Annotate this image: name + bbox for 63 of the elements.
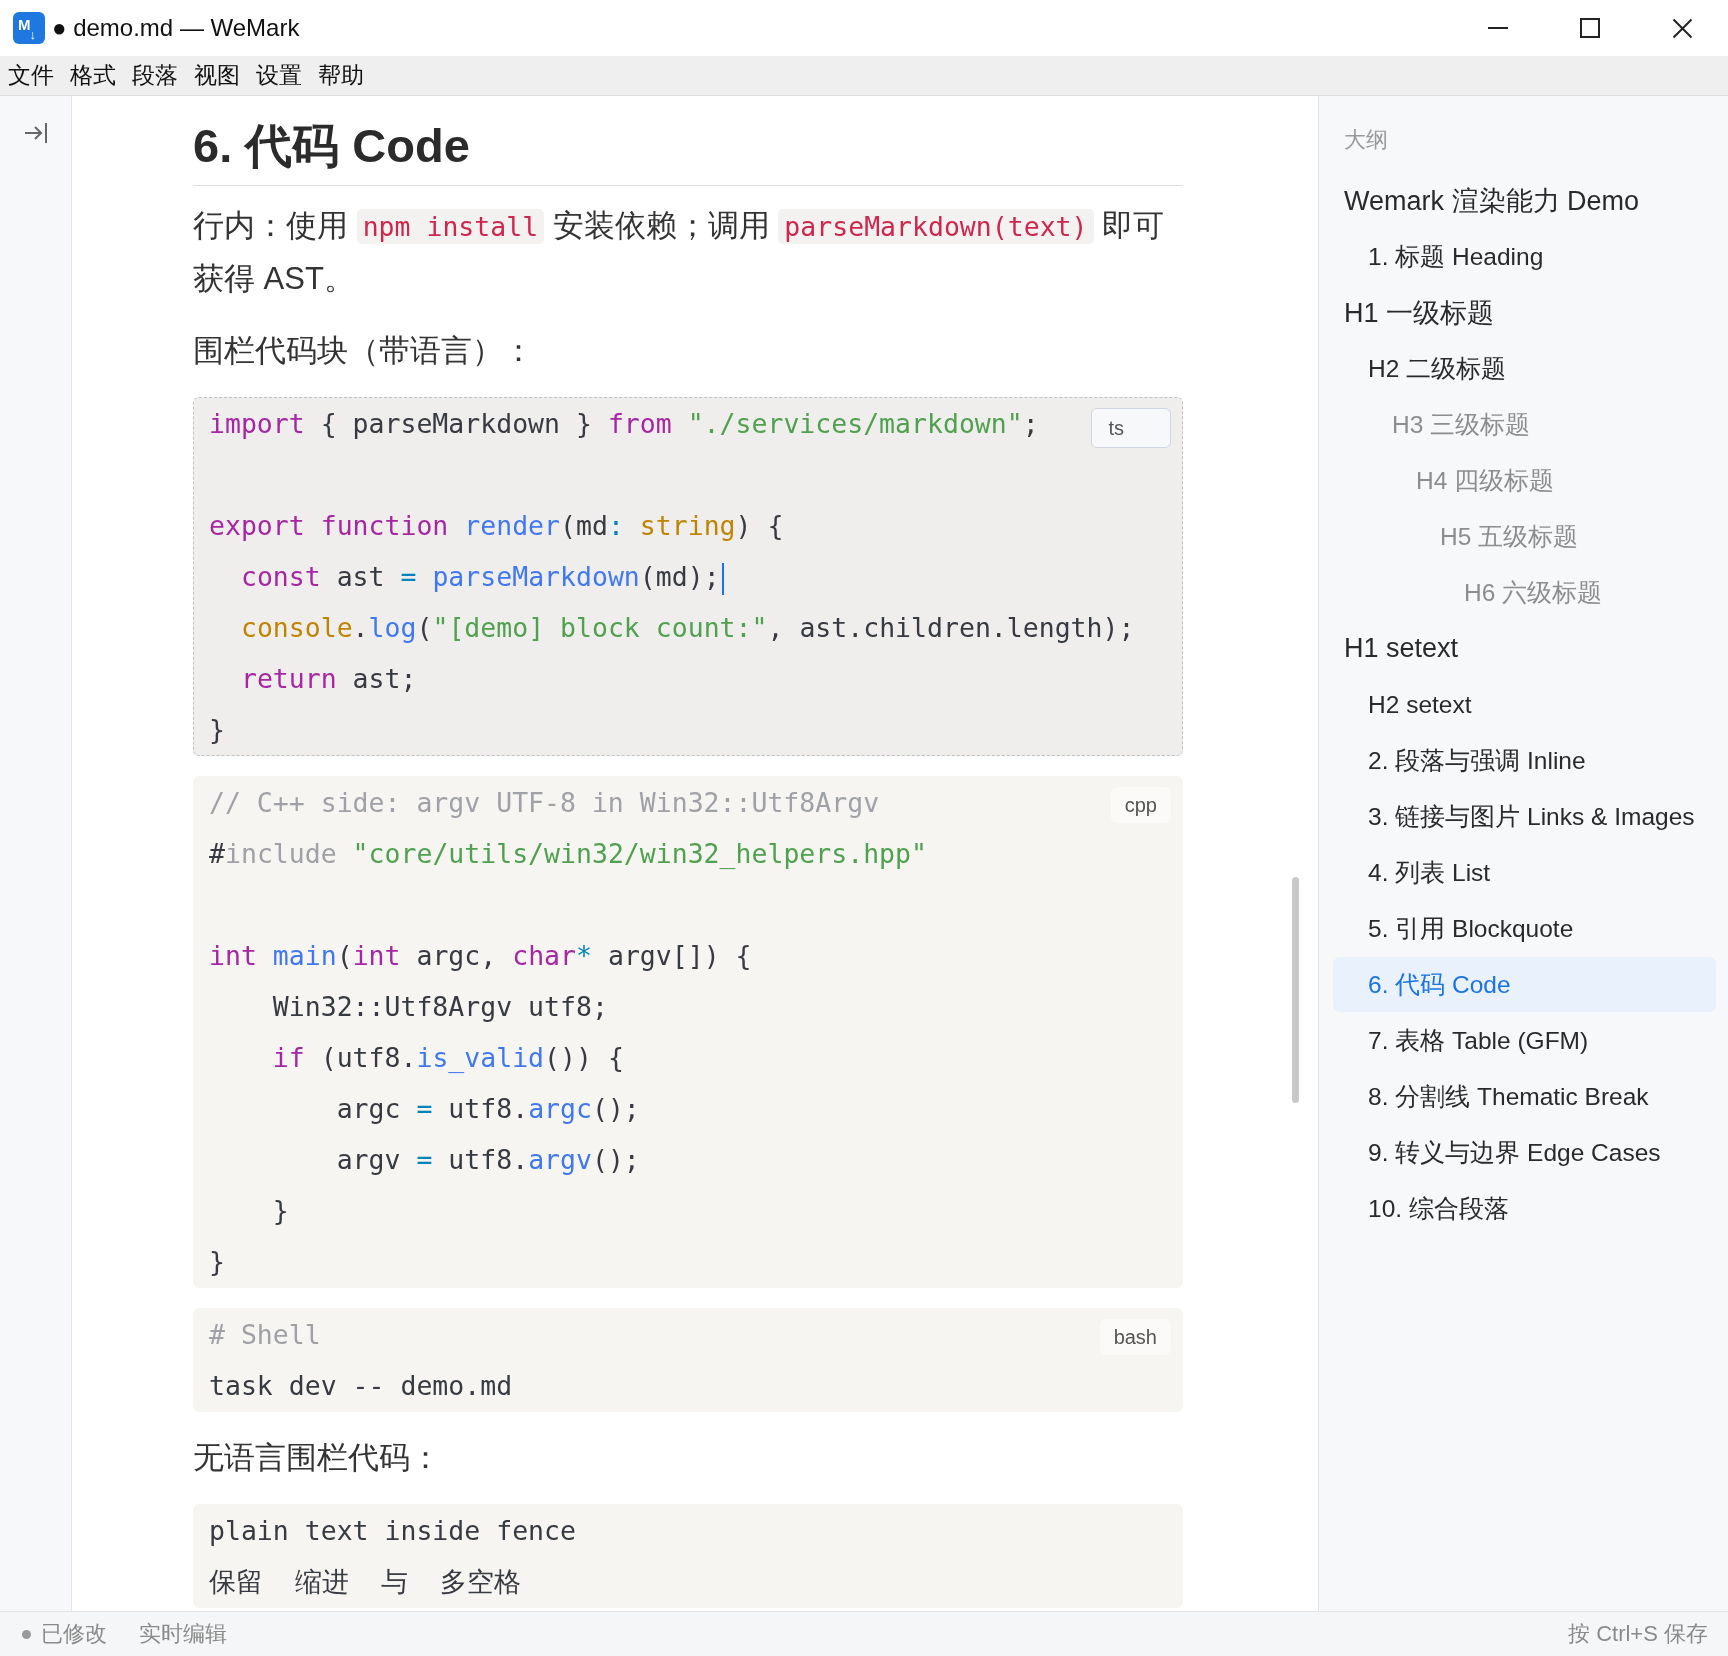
code-line: if (utf8.is_valid()) { [272,1042,624,1073]
code-line: plain text inside fence [209,1515,576,1546]
code-line: argv = utf8.argv(); [336,1144,640,1175]
section-heading: 6. 代码 Code [193,116,1183,186]
outline-item[interactable]: H2 二级标题 [1333,341,1716,396]
modified-status: 已修改 [41,1620,107,1648]
code-block[interactable]: plain text inside fence 保留 缩进 与 多空格 [193,1504,1183,1608]
window-title: ● demo.md — WeMark [52,14,300,42]
outline-item[interactable]: 8. 分割线 Thematic Break [1333,1069,1716,1124]
menu-item[interactable]: 视图 [186,56,248,95]
code-line: return ast; [240,663,417,694]
language-label[interactable]: bash [1099,1319,1171,1355]
code-line: 保留 缩进 与 多空格 [209,1566,521,1597]
text-cursor [721,562,724,595]
code-line: task dev -- demo.md [209,1370,513,1401]
outline-item[interactable]: H1 一级标题 [1333,285,1716,340]
code-line: export function render(md: string) { [209,510,784,541]
close-icon [1671,17,1693,39]
outline-item[interactable]: H1 setext [1333,621,1716,676]
code-line: import { parseMarkdown } from "./services/markdown"; [209,408,1039,439]
menu-item[interactable]: 帮助 [310,56,372,95]
menu-item[interactable]: 段落 [124,56,186,95]
scrollbar-thumb[interactable] [1292,877,1299,1103]
code-line: } [209,1246,225,1277]
save-hint: 按 Ctrl+S 保存 [1568,1620,1708,1648]
code-line: Win32::Utf8Argv utf8; [272,991,608,1022]
paragraph: 无语言围栏代码： [193,1439,442,1477]
outline-item[interactable]: 3. 链接与图片 Links & Images [1333,789,1716,844]
outline-item[interactable]: 7. 表格 Table (GFM) [1333,1013,1716,1068]
outline-item[interactable]: H2 setext [1333,677,1716,732]
paragraph: 围栏代码块（带语言）： [193,332,535,370]
status-dot-icon [22,1629,31,1639]
code-line: } [272,1195,289,1226]
maximize-icon [1580,18,1600,38]
edit-mode-label: 实时编辑 [139,1620,227,1648]
outline-item[interactable]: 1. 标题 Heading [1333,229,1716,284]
code-line: } [209,714,225,745]
code-line: const ast = parseMarkdown(md); [240,561,720,592]
outline-item[interactable]: 5. 引用 Blockquote [1333,901,1716,956]
code-line: // C++ side: argv UTF-8 in Win32::Utf8Argv [209,787,880,818]
arrow-to-bar-icon[interactable] [23,122,48,144]
outline-item[interactable]: Wemark 渲染能力 Demo [1333,173,1716,228]
code-block[interactable]: import { parseMarkdown } from "./services/markdown"; export function render(md: string) { const ast = parseMarkdown(md); console.log("[demo] block count:", ast.children.length); return ast; } ts [193,397,1183,756]
minimize-icon [1488,27,1508,29]
code-block[interactable]: # Shell task dev -- demo.md bash [193,1308,1183,1412]
outline-title: 大纲 [1343,126,1389,154]
outline-item[interactable]: 6. 代码 Code [1333,957,1716,1012]
code-line: # Shell [209,1319,321,1350]
outline-item[interactable]: 4. 列表 List [1333,845,1716,900]
menu-item[interactable]: 设置 [248,56,310,95]
outline-item[interactable]: 10. 综合段落 [1333,1181,1716,1236]
language-label[interactable]: cpp [1110,787,1171,823]
code-line: argc = utf8.argc(); [336,1093,640,1124]
menu-item[interactable]: 格式 [62,56,124,95]
paragraph: 行内：使用 npm install 安装依赖；调用 parseMarkdown(text) 即可获得 AST。 [193,207,1166,298]
app-logo: M$_{↓}$ [13,12,45,44]
code-line: #include "core/utils/win32/win32_helpers.hpp" [209,838,927,869]
outline-item[interactable]: 2. 段落与强调 Inline [1333,733,1716,788]
outline-item[interactable]: 9. 转义与边界 Edge Cases [1333,1125,1716,1180]
language-field[interactable]: ts [1091,408,1171,448]
menu-item[interactable]: 文件 [0,56,62,95]
code-line: console.log("[demo] block count:", ast.children.length); [240,612,1135,643]
code-line: int main(int argc, char* argv[]) { [209,940,752,971]
